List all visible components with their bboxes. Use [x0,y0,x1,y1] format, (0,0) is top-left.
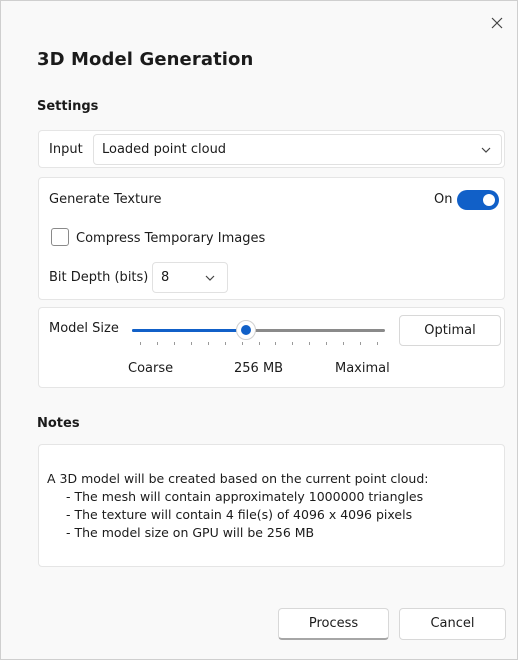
slider-tick [173,342,175,345]
slider-tick [309,342,311,345]
slider-tick [275,342,277,345]
slider-tick [377,342,378,345]
bit-depth-value: 8 [161,270,170,285]
slider-thumb-center [240,325,251,335]
compress-images-checkbox[interactable] [51,228,69,246]
process-button[interactable]: Process [278,608,389,640]
optimal-button[interactable]: Optimal [399,315,501,346]
model-size-panel: Model Size Coarse 256 MB Maximal Optimal [38,307,505,388]
input-label: Input [49,142,83,157]
notes-item-size: - The model size on GPU will be 256 MB [66,525,315,540]
notes-panel: A 3D model will be created based on the … [38,444,505,567]
settings-heading: Settings [37,99,99,114]
toggle-knob [483,194,495,206]
model-size-label: Model Size [49,321,119,336]
notes-text: A 3D model will be created based on the … [47,470,429,542]
slider-tick [207,342,209,345]
slider-tick [241,342,243,345]
model-size-slider-fill [132,329,246,332]
input-select[interactable]: Loaded point cloud [93,134,502,165]
generate-texture-toggle[interactable] [457,190,499,210]
notes-item-texture: - The texture will contain 4 file(s) of … [66,507,413,522]
bit-depth-label: Bit Depth (bits) [49,270,149,285]
slider-min-label: Coarse [128,361,174,376]
cancel-button[interactable]: Cancel [399,608,506,640]
toggle-state-label: On [434,192,453,207]
model-generation-dialog: 3D Model Generation Settings Input Loade… [0,0,518,660]
slider-max-label: Maximal [335,361,390,376]
dialog-title: 3D Model Generation [37,49,254,70]
generate-texture-label: Generate Texture [49,192,162,207]
chevron-down-icon [205,275,215,281]
slider-tick [156,342,158,345]
notes-item-mesh: - The mesh will contain approximately 10… [66,489,424,504]
compress-images-label: Compress Temporary Images [76,231,266,246]
slider-tick [140,342,141,345]
slider-tick [224,342,226,345]
slider-tick [258,342,260,345]
input-select-value: Loaded point cloud [102,142,227,157]
notes-intro: A 3D model will be created based on the … [47,471,429,486]
chevron-down-icon [481,147,491,153]
bit-depth-select[interactable]: 8 [152,262,228,293]
slider-tick [190,342,192,345]
input-panel: Input Loaded point cloud [38,130,505,168]
slider-tick [360,342,362,345]
slider-tick [292,342,294,345]
notes-heading: Notes [37,416,80,431]
slider-tick [343,342,345,345]
slider-value-label: 256 MB [234,361,284,376]
slider-tick [326,342,328,345]
close-icon[interactable] [487,13,507,33]
model-size-slider-thumb[interactable] [235,320,256,340]
texture-panel: Generate Texture On Compress Temporary I… [38,177,505,300]
